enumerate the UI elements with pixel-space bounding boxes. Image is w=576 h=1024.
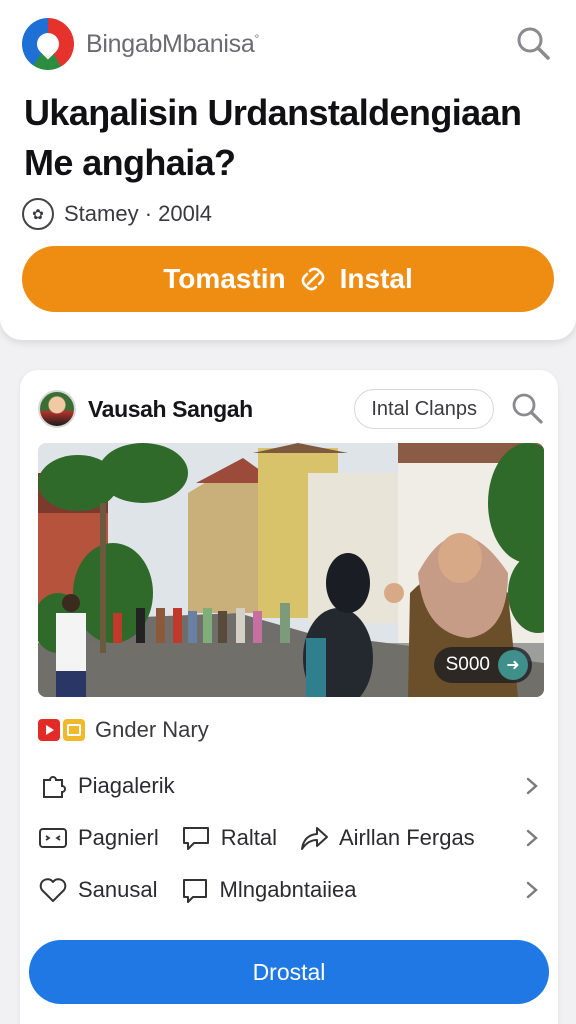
badge-icon: ✿ bbox=[22, 198, 54, 230]
menu-row-1: Piagalerik bbox=[38, 766, 542, 806]
brand-logo-icon[interactable] bbox=[22, 18, 74, 70]
gallery-icon bbox=[63, 719, 85, 741]
source-row[interactable]: Gnder Nary bbox=[38, 715, 209, 745]
video-icon bbox=[38, 719, 60, 741]
menu-label: Raltal bbox=[220, 825, 277, 850]
post-meta: ✿ Stamey · 200l4 bbox=[22, 196, 212, 232]
price-text: S000 bbox=[445, 654, 490, 675]
chevron-right-icon[interactable] bbox=[522, 776, 542, 796]
post-header: Vausah Sangah Intal Clanps bbox=[38, 386, 546, 432]
avatar[interactable] bbox=[38, 390, 76, 428]
heart-icon bbox=[39, 878, 67, 902]
brand-name: BingabMbanisa° bbox=[86, 29, 259, 58]
arrow-right-icon: ➜ bbox=[498, 650, 528, 680]
price-pill[interactable]: S000 ➜ bbox=[433, 647, 532, 683]
author-name[interactable]: Vausah Sangah bbox=[88, 396, 253, 423]
menu-row-3: Sanusal Mlngabntaiiea bbox=[38, 870, 542, 910]
caption-icon bbox=[39, 828, 67, 848]
menu-label: Piagalerik bbox=[78, 773, 175, 798]
chevron-right-icon[interactable] bbox=[522, 880, 542, 900]
header-card: BingabMbanisa° Ukaŋalisin Urdanstaldengi… bbox=[0, 0, 576, 340]
menu-row-2: Pagnierl Raltal Airllan Fergas bbox=[38, 818, 542, 858]
cta-label-right: Instal bbox=[339, 263, 413, 294]
menu-item-raltal[interactable]: Raltal bbox=[181, 823, 277, 853]
puzzle-icon bbox=[43, 776, 66, 798]
search-icon[interactable] bbox=[510, 391, 546, 427]
menu-item-piagalerik[interactable]: Piagalerik bbox=[38, 771, 175, 801]
install-chip-button[interactable]: Intal Clanps bbox=[354, 389, 494, 429]
menu-item-airllan-fergas[interactable]: Airllan Fergas bbox=[299, 823, 475, 853]
menu-label: Pagnierl bbox=[78, 825, 159, 850]
cta-label-left: Tomastin bbox=[163, 263, 286, 294]
menu-item-mlngabntaiiea[interactable]: Mlngabntaiiea bbox=[180, 875, 357, 905]
comment-icon bbox=[182, 827, 209, 850]
menu-label: Mlngabntaiiea bbox=[219, 877, 357, 902]
menu-item-sanusal[interactable]: Sanusal bbox=[38, 875, 158, 905]
page-title: Ukaŋalisin Urdanstaldengiaan Me anghaia? bbox=[24, 92, 522, 183]
primary-action-button[interactable]: Drostal bbox=[29, 940, 549, 1004]
share-icon bbox=[300, 827, 328, 850]
source-label: Gnder Nary bbox=[95, 717, 209, 742]
link-icon bbox=[296, 262, 330, 296]
post-card: Vausah Sangah Intal Clanps S000 ➜ Gnder … bbox=[20, 370, 558, 1024]
post-photo[interactable]: S000 ➜ bbox=[38, 443, 544, 697]
brand-bar: BingabMbanisa° bbox=[22, 18, 554, 70]
chat-bubble-icon bbox=[182, 879, 207, 903]
menu-label: Sanusal bbox=[78, 877, 158, 902]
install-cta-button[interactable]: Tomastin Instal bbox=[22, 246, 554, 312]
menu-label: Airllan Fergas bbox=[338, 825, 475, 850]
chevron-right-icon[interactable] bbox=[522, 828, 542, 848]
meta-text: Stamey · 200l4 bbox=[64, 201, 212, 226]
search-icon[interactable] bbox=[514, 24, 554, 64]
menu-item-pagnierl[interactable]: Pagnierl bbox=[38, 823, 159, 853]
